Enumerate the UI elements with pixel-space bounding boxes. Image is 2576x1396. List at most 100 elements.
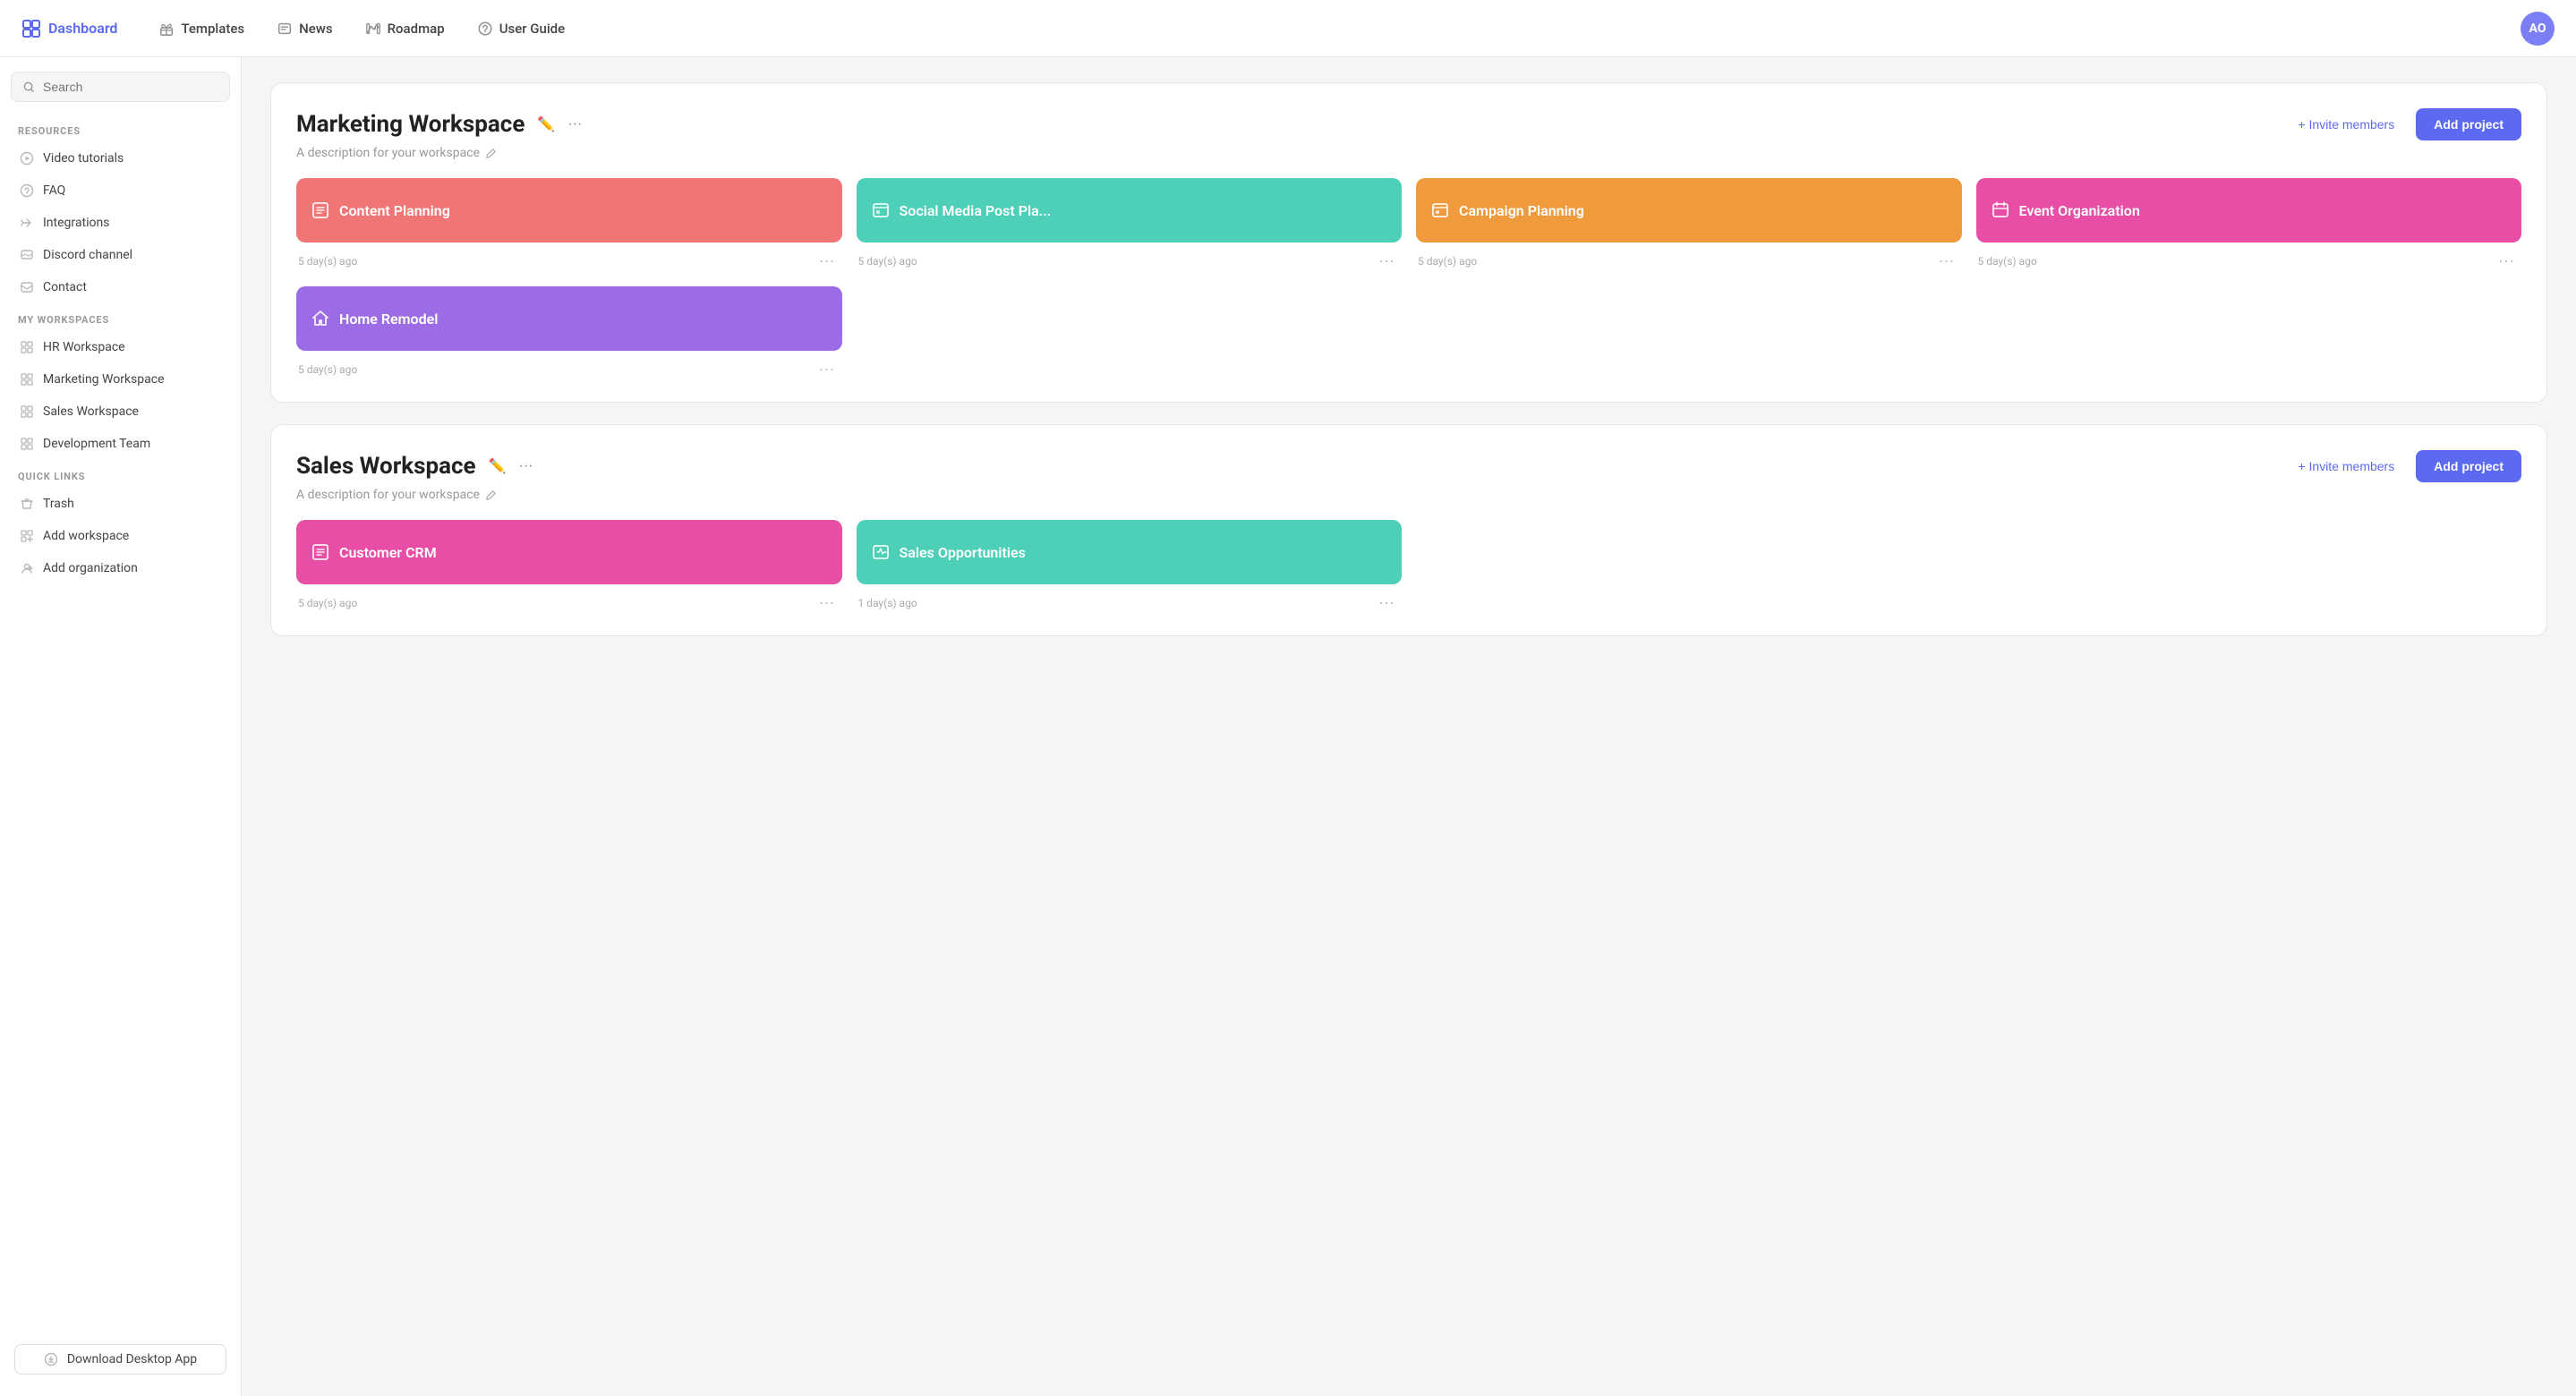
edit-workspace-btn[interactable]: ✏️ [533, 112, 559, 137]
workspace-desc-sales: A description for your workspace [296, 488, 2521, 502]
add-org-icon [20, 561, 34, 575]
workspace-icon [20, 372, 34, 387]
layout: RESOURCES Video tutorials FAQ Integratio… [0, 57, 2576, 1396]
news-icon [277, 21, 293, 37]
project-more-btn[interactable]: ··· [814, 592, 840, 614]
project-card-home-remodel[interactable]: Home Remodel [296, 286, 842, 351]
search-input[interactable] [43, 80, 218, 94]
quicklinks-section-label: QUICK LINKS [11, 462, 230, 486]
sidebar-label: Add workspace [43, 529, 129, 543]
sidebar-item-add-organization[interactable]: Add organization [11, 554, 230, 583]
nav-item-userguide[interactable]: User Guide [465, 13, 577, 44]
sidebar-item-hr-workspace[interactable]: HR Workspace [11, 333, 230, 362]
sidebar-item-video-tutorials[interactable]: Video tutorials [11, 144, 230, 173]
sidebar-item-discord[interactable]: Discord channel [11, 241, 230, 269]
workspace-title-marketing: Marketing Workspace [296, 111, 525, 138]
sidebar-item-trash[interactable]: Trash [11, 489, 230, 518]
workspace-desc-text-sales: A description for your workspace [296, 488, 480, 502]
topnav: Dashboard Templates News [0, 0, 2576, 57]
project-name: Social Media Post Pla... [900, 202, 1388, 219]
nav-roadmap-label: Roadmap [388, 21, 445, 37]
sidebar-item-add-workspace[interactable]: Add workspace [11, 522, 230, 550]
invite-members-btn-sales[interactable]: + Invite members [2287, 452, 2405, 481]
project-meta-content-planning: 5 day(s) ago ··· [296, 250, 842, 272]
crm-icon [311, 542, 330, 562]
project-more-btn[interactable]: ··· [1373, 250, 1400, 272]
sidebar: RESOURCES Video tutorials FAQ Integratio… [0, 57, 242, 1396]
project-card-event[interactable]: Event Organization [1976, 178, 2522, 243]
sidebar-label: Development Team [43, 437, 150, 451]
project-more-btn[interactable]: ··· [1373, 592, 1400, 614]
project-wrapper-campaign: Campaign Planning 5 day(s) ago ··· [1416, 178, 1962, 272]
workspace-icon [20, 404, 34, 419]
sidebar-item-faq[interactable]: FAQ [11, 176, 230, 205]
project-card-social-media[interactable]: Social Media Post Pla... [857, 178, 1403, 243]
project-card-content-planning[interactable]: Content Planning [296, 178, 842, 243]
more-workspace-btn[interactable]: ··· [564, 113, 585, 136]
contact-icon [20, 280, 34, 294]
nav-item-templates[interactable]: Templates [146, 13, 257, 44]
project-meta-event: 5 day(s) ago ··· [1976, 250, 2522, 272]
dashboard-logo[interactable]: Dashboard [21, 19, 117, 38]
campaign-icon [1430, 200, 1450, 220]
sidebar-item-sales-workspace[interactable]: Sales Workspace [11, 397, 230, 426]
sales-opps-icon [871, 542, 891, 562]
project-card-customer-crm[interactable]: Customer CRM [296, 520, 842, 584]
project-meta-sales-opps: 1 day(s) ago ··· [857, 592, 1403, 614]
invite-members-btn-marketing[interactable]: + Invite members [2287, 110, 2405, 139]
project-wrapper-event: Event Organization 5 day(s) ago ··· [1976, 178, 2522, 272]
sidebar-item-integrations[interactable]: Integrations [11, 209, 230, 237]
add-project-btn-marketing[interactable]: Add project [2416, 108, 2521, 140]
project-card-campaign[interactable]: Campaign Planning [1416, 178, 1962, 243]
project-time: 5 day(s) ago [298, 255, 357, 268]
nav-item-news[interactable]: News [264, 13, 345, 44]
help-icon [477, 21, 493, 37]
project-more-btn[interactable]: ··· [1933, 250, 1960, 272]
download-icon [44, 1352, 58, 1366]
workspace-icon [20, 340, 34, 354]
project-meta-crm: 5 day(s) ago ··· [296, 592, 842, 614]
project-name: Customer CRM [339, 544, 828, 561]
project-time: 1 day(s) ago [858, 597, 917, 609]
home-icon [311, 309, 330, 328]
nav-userguide-label: User Guide [499, 21, 565, 37]
sidebar-label: Add organization [43, 561, 138, 575]
more-workspace-btn-sales[interactable]: ··· [516, 455, 537, 478]
project-name: Campaign Planning [1459, 202, 1948, 219]
sidebar-label: Discord channel [43, 248, 132, 262]
project-time: 5 day(s) ago [298, 363, 357, 376]
workspace-card-sales: Sales Workspace ✏️ ··· + Invite members … [270, 424, 2547, 636]
project-more-btn[interactable]: ··· [2493, 250, 2520, 272]
workspace-title-row: Marketing Workspace ✏️ ··· [296, 111, 585, 138]
download-desktop-btn[interactable]: Download Desktop App [14, 1344, 226, 1375]
avatar[interactable]: AO [2521, 12, 2555, 46]
roadmap-icon [365, 21, 381, 37]
edit-workspace-btn-sales[interactable]: ✏️ [485, 454, 510, 479]
nav-templates-label: Templates [181, 21, 244, 37]
trash-icon [20, 497, 34, 511]
sidebar-item-contact[interactable]: Contact [11, 273, 230, 302]
nav-news-label: News [299, 21, 333, 37]
add-project-btn-sales[interactable]: Add project [2416, 450, 2521, 482]
add-workspace-icon [20, 529, 34, 543]
workspace-actions-sales: + Invite members Add project [2287, 450, 2521, 482]
project-name: Home Remodel [339, 311, 828, 328]
edit-desc-icon[interactable] [485, 148, 497, 159]
workspace-card-marketing: Marketing Workspace ✏️ ··· + Invite memb… [270, 82, 2547, 403]
discord-icon [20, 248, 34, 262]
topnav-items: Templates News Roadmap [146, 13, 2521, 44]
workspaces-section-label: MY WORKSPACES [11, 305, 230, 329]
project-card-sales-opps[interactable]: Sales Opportunities [857, 520, 1403, 584]
project-more-btn[interactable]: ··· [814, 250, 840, 272]
project-more-btn[interactable]: ··· [814, 358, 840, 380]
download-label: Download Desktop App [67, 1352, 197, 1366]
project-wrapper-home-remodel: Home Remodel 5 day(s) ago ··· [296, 286, 842, 380]
workspace-title-row-sales: Sales Workspace ✏️ ··· [296, 453, 537, 480]
project-name: Content Planning [339, 202, 828, 219]
social-media-icon [871, 200, 891, 220]
sidebar-item-development-team[interactable]: Development Team [11, 430, 230, 458]
nav-item-roadmap[interactable]: Roadmap [353, 13, 457, 44]
project-time: 5 day(s) ago [1978, 255, 2037, 268]
edit-desc-icon-sales[interactable] [485, 489, 497, 501]
sidebar-item-marketing-workspace[interactable]: Marketing Workspace [11, 365, 230, 394]
